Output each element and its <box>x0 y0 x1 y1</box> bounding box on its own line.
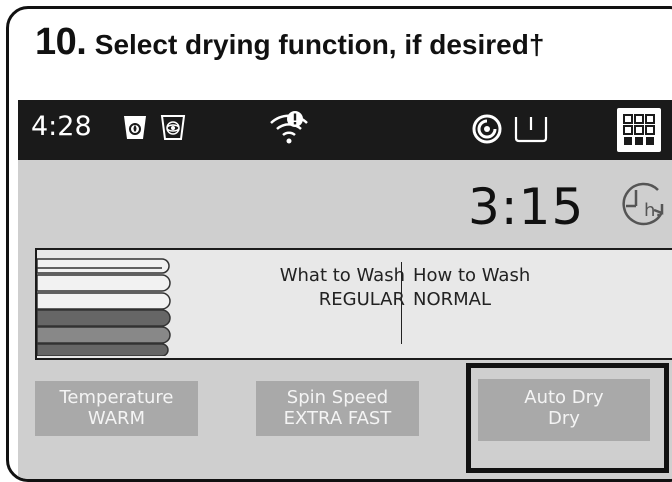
remote-icon[interactable] <box>471 113 503 145</box>
what-to-wash-value: REGULAR <box>318 289 405 310</box>
step-number: 10. <box>35 21 87 63</box>
column-divider <box>401 262 402 344</box>
step-instruction: Select drying function, if desired† <box>94 29 545 60</box>
temperature-value: WARM <box>87 408 146 429</box>
clock-time: 4:28 <box>31 111 92 142</box>
time-remaining: 3:15 <box>468 178 585 236</box>
temperature-label: Temperature <box>59 387 174 408</box>
delay-hours-icon[interactable]: h. <box>618 182 670 228</box>
status-bar: 4:28 <box>18 100 672 160</box>
how-to-wash-label: How to Wash <box>413 265 531 286</box>
clothes-stack-icon <box>37 258 171 356</box>
spin-speed-button[interactable]: Spin Speed EXTRA FAST <box>256 381 419 436</box>
temperature-button[interactable]: Temperature WARM <box>35 381 198 436</box>
spin-speed-label: Spin Speed <box>286 387 389 408</box>
softener-icon[interactable] <box>159 113 187 141</box>
how-to-wash-column[interactable]: How to Wash NORMAL <box>413 264 530 312</box>
washer-display: 4:28 3:15 h. What to Wash REGULAR How to… <box>18 100 672 479</box>
wifi-alert-icon[interactable] <box>267 109 311 147</box>
spin-speed-value: EXTRA FAST <box>283 408 392 429</box>
instruction-frame: 10. Select drying function, if desired† … <box>6 6 672 482</box>
what-to-wash-label: What to Wash <box>279 265 405 286</box>
how-to-wash-value: NORMAL <box>413 289 492 310</box>
selection-highlight <box>466 363 669 473</box>
menu-grid-icon[interactable] <box>617 108 661 152</box>
cycle-selection-panel[interactable]: What to Wash REGULAR How to Wash NORMAL <box>35 248 672 360</box>
what-to-wash-column[interactable]: What to Wash REGULAR <box>280 264 405 312</box>
svg-text:h.: h. <box>644 200 661 221</box>
detergent-icon[interactable] <box>121 113 149 141</box>
step-heading: 10. Select drying function, if desired† <box>35 21 544 64</box>
drum-icon[interactable] <box>513 114 549 144</box>
